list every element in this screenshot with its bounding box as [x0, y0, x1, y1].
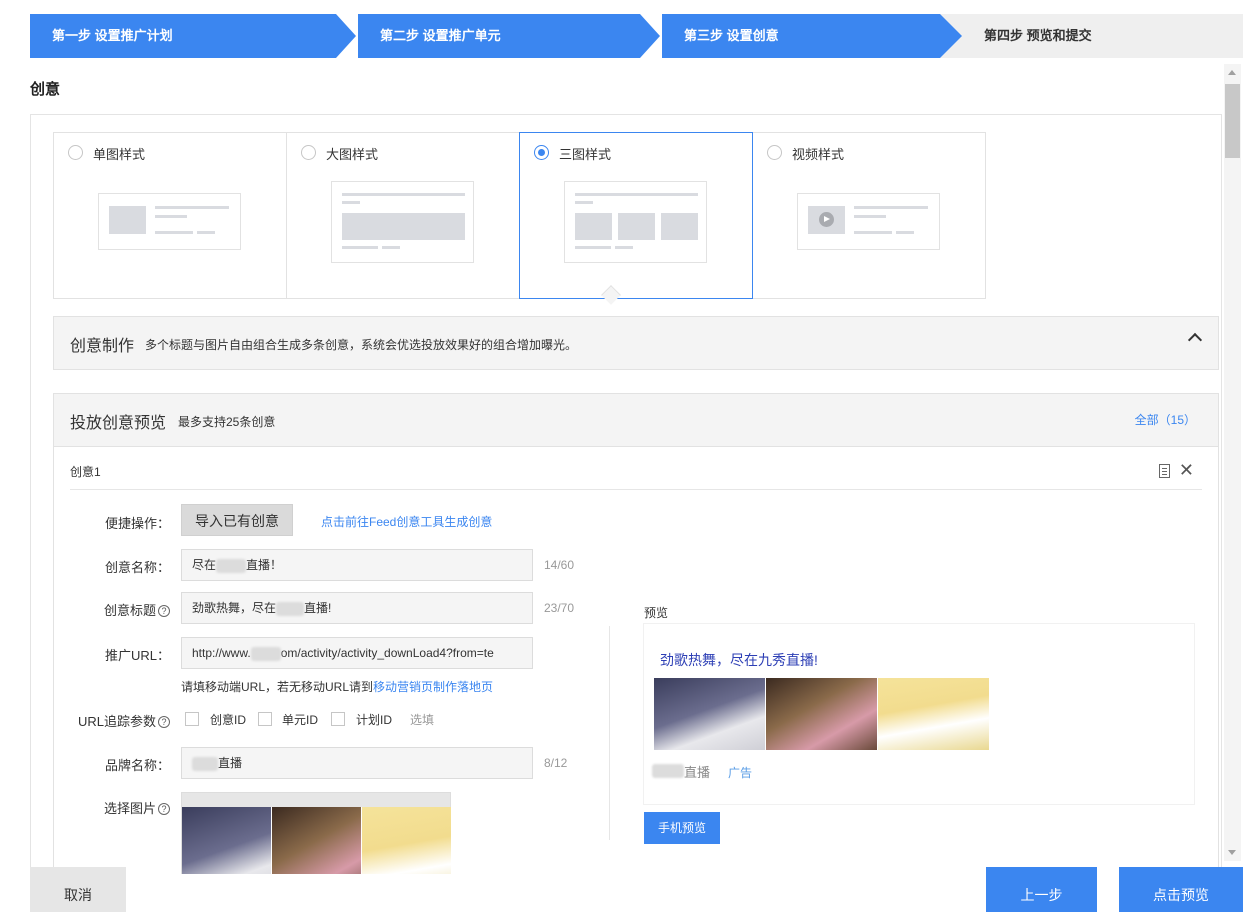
optional-tag: 选填 [410, 713, 435, 727]
radio-button[interactable] [68, 145, 83, 160]
step-3: 第三步 设置创意 [662, 14, 940, 58]
step-separator [640, 14, 660, 58]
form-divider [609, 626, 610, 840]
preview-ad-title: 劲歌热舞，尽在九秀直播! [660, 652, 818, 668]
prev-step-button[interactable]: 上一步 [986, 867, 1097, 912]
landing-page-link[interactable]: 移动营销页制作落地页 [373, 680, 493, 694]
preview-label: 预览 [644, 606, 669, 620]
brand-char-counter: 8/12 [544, 756, 568, 770]
scroll-down-icon[interactable] [1228, 850, 1236, 855]
url-hint: 请填移动端URL，若无移动URL请到移动营销页制作落地页 [181, 680, 494, 694]
creative-header-row: 创意1 ✕ [70, 460, 1202, 490]
import-creative-button[interactable]: 导入已有创意 [181, 504, 293, 536]
help-icon[interactable]: ? [158, 605, 170, 617]
preview-image [766, 678, 877, 750]
style-option-large[interactable]: 大图样式 [286, 132, 520, 299]
scroll-thumb[interactable] [1225, 84, 1240, 158]
preview-section-title: 投放创意预览 [70, 415, 167, 432]
brand-name-input[interactable]: 直播 [181, 747, 533, 779]
help-icon[interactable]: ? [158, 803, 170, 815]
style-option-video[interactable]: 视频样式 [752, 132, 986, 299]
step-2: 第二步 设置推广单元 [358, 14, 640, 58]
mobile-preview-button[interactable]: 手机预览 [644, 812, 720, 844]
preview-image [878, 678, 989, 750]
creative-name: 创意1 [70, 465, 101, 479]
tracking-params-label: URL追踪参数? [54, 711, 170, 730]
chevron-up-icon[interactable] [1187, 332, 1203, 348]
radio-button[interactable] [534, 145, 549, 160]
video-thumbnail [797, 193, 940, 250]
production-desc: 多个标题与图片自由组合生成多条创意，系统会优选投放效果好的组合增加曝光。 [145, 338, 578, 352]
preview-button[interactable]: 点击预览 [1119, 867, 1243, 912]
single-image-thumbnail [98, 193, 241, 250]
style-option-single[interactable]: 单图样式 [53, 132, 287, 299]
radio-button[interactable] [301, 145, 316, 160]
copy-icon[interactable] [1159, 464, 1170, 478]
title-char-counter: 23/70 [544, 601, 575, 615]
triple-image-thumbnail [564, 181, 707, 263]
step-separator [336, 14, 356, 58]
radio-button[interactable] [767, 145, 782, 160]
preview-section-header: 投放创意预览 最多支持25条创意 全部（15） [54, 394, 1218, 447]
scroll-up-icon[interactable] [1228, 70, 1236, 75]
photo-thumbnail[interactable] [182, 807, 271, 874]
play-icon [819, 212, 834, 227]
help-icon[interactable]: ? [158, 716, 170, 728]
image-select-label: 选择图片? [54, 798, 170, 817]
vertical-scrollbar[interactable] [1224, 64, 1241, 861]
production-title: 创意制作 [70, 338, 135, 355]
creative-production-bar[interactable]: 创意制作 多个标题与图片自由组合生成多条创意，系统会优选投放效果好的组合增加曝光… [53, 316, 1219, 370]
creative-preview-section: 投放创意预览 最多支持25条创意 全部（15） 创意1 ✕ 便捷操作： 导入已有… [53, 393, 1219, 874]
section-title: 创意 [30, 81, 61, 98]
checkbox-plan-id[interactable] [331, 712, 345, 726]
cancel-button[interactable]: 取消 [30, 867, 126, 912]
brand-name-label: 品牌名称： [104, 758, 170, 773]
feed-tool-link[interactable]: 点击前往Feed创意工具生成创意 [321, 513, 492, 530]
all-creatives-link[interactable]: 全部（15） [1135, 411, 1196, 428]
step-4: 第四步 预览和提交 [940, 14, 1243, 58]
creative-name-label: 创意名称： [104, 560, 170, 575]
ad-preview: 劲歌热舞，尽在九秀直播! 直播 广告 [644, 624, 1194, 804]
preview-image [654, 678, 765, 750]
creative-title-input[interactable]: 劲歌热舞，尽在 直播! [181, 592, 533, 624]
photo-thumbnail[interactable] [362, 807, 451, 874]
creative-title-label: 创意标题? [54, 600, 170, 619]
checkbox-unit-id[interactable] [258, 712, 272, 726]
quick-action-label: 便捷操作： [104, 516, 170, 531]
creative-name-input[interactable]: 尽在 直播！ [181, 549, 533, 581]
creative-panel: 单图样式 大图样式 三图样式 视频样式 创意制作 多个标题与图片自由组合生成多条… [30, 114, 1222, 874]
name-char-counter: 14/60 [544, 558, 575, 572]
url-label: 推广URL： [104, 648, 170, 663]
preview-section-desc: 最多支持25条创意 [178, 415, 276, 429]
step-1: 第一步 设置推广计划 [30, 14, 336, 58]
promotion-url-input[interactable]: http://www. om/activity/activity_downLoad… [181, 637, 533, 669]
style-option-triple[interactable]: 三图样式 [519, 132, 753, 299]
ad-tag: 广告 [728, 766, 753, 780]
checkbox-creative-id[interactable] [185, 712, 199, 726]
preview-brand: 直播 [684, 765, 711, 780]
step-bar: 第一步 设置推广计划 第二步 设置推广单元 第三步 设置创意 第四步 预览和提交 [30, 14, 1243, 58]
photo-thumbnail[interactable] [272, 807, 361, 874]
large-image-thumbnail [331, 181, 474, 263]
image-picker[interactable] [181, 792, 451, 874]
close-icon[interactable]: ✕ [1179, 460, 1194, 481]
